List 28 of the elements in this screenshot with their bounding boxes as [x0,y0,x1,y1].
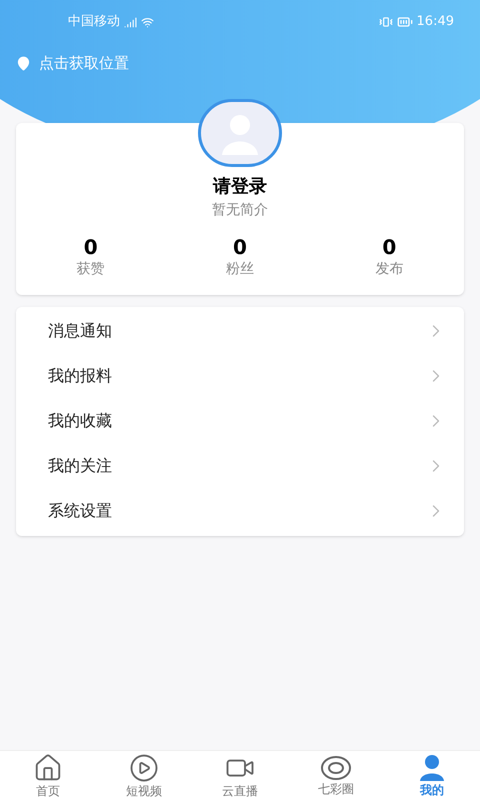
tab[interactable]: 我的 [384,751,480,800]
stat-value: 0 [382,234,396,258]
clock-time: 16:49 [416,13,454,32]
menu-item[interactable]: 系统设置 [16,488,464,534]
login-prompt[interactable]: 请登录 [213,172,267,200]
eye-icon [320,754,352,780]
profile-bio: 暂无简介 [212,200,268,220]
stat-label: 粉丝 [226,260,254,278]
tab[interactable]: 七彩圈 [288,751,384,800]
carrier-name: 中国移动 [68,13,120,32]
stat-value: 0 [233,234,247,258]
menu-item[interactable]: 我的关注 [16,444,464,488]
vibrate-icon [378,15,393,29]
signal-icon [124,16,137,28]
menu-item[interactable]: 我的报料 [16,354,464,398]
play-icon [129,752,159,782]
wifi-icon [141,16,154,28]
stat-value: 0 [84,234,98,258]
tab[interactable]: 首页 [0,751,96,800]
stat-label: 发布 [375,260,404,278]
menu-item[interactable]: 消息通知 [16,308,464,354]
home-icon [33,752,63,782]
tab[interactable]: 云直播 [192,751,288,800]
tab[interactable]: 短视频 [96,751,192,800]
menu-item[interactable]: 我的收藏 [16,398,464,444]
user-icon [419,754,445,782]
stat-label: 获赞 [76,260,105,278]
location-pin-icon [16,56,31,71]
